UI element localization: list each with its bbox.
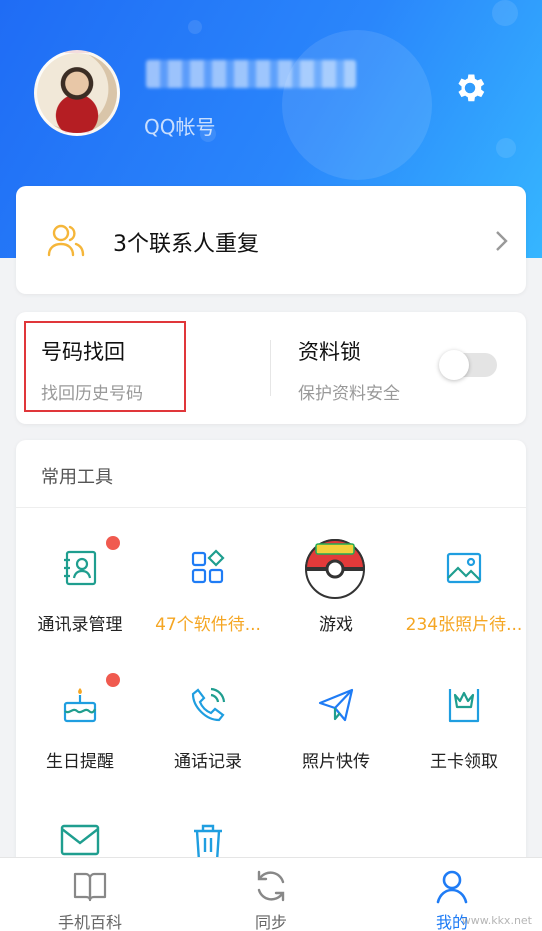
apps-icon: [191, 549, 225, 584]
tool-label: 生日提醒: [46, 752, 114, 772]
common-tools-card: 常用工具 通讯录管理 47个软件待... 游戏 234张照片待... 生日提醒 …: [16, 440, 526, 880]
photo-icon: [446, 552, 482, 584]
tab-phone-wiki[interactable]: 手机百科: [0, 858, 180, 931]
notification-badge: [106, 536, 120, 550]
tool-label: 通话记录: [174, 752, 242, 772]
decor-bubble: [282, 30, 432, 180]
birthday-cake-icon: [63, 688, 97, 723]
data-lock-toggle[interactable]: [439, 350, 497, 380]
nickname-blurred: [146, 60, 356, 88]
tool-king-card[interactable]: 王卡领取: [400, 645, 528, 775]
number-recovery-title: 号码找回: [41, 340, 125, 364]
tool-photo-transfer[interactable]: 照片快传: [272, 645, 400, 775]
tool-software-updates[interactable]: 47个软件待...: [144, 508, 272, 638]
decor-bubble: [492, 0, 518, 26]
avatar[interactable]: [34, 50, 120, 136]
tool-games[interactable]: 游戏: [272, 508, 400, 638]
tool-label: 通讯录管理: [37, 615, 123, 635]
tool-label: 47个软件待...: [155, 615, 261, 635]
tab-sync[interactable]: 同步: [181, 858, 361, 931]
duplicate-contacts-card[interactable]: 3个联系人重复: [16, 186, 526, 294]
tab-label: 同步: [254, 913, 287, 931]
trash-icon: [194, 824, 222, 862]
contacts-group-icon: [47, 224, 85, 257]
tool-photo-backup[interactable]: 234张照片待...: [400, 508, 528, 638]
data-lock-subtitle: 保护资料安全: [298, 384, 400, 404]
mail-icon: [60, 824, 100, 856]
chevron-right-icon: [496, 231, 508, 251]
tool-contacts-management[interactable]: 通讯录管理: [16, 508, 144, 638]
tool-label: 游戏: [319, 615, 353, 635]
bottom-tab-bar: 手机百科 同步 我的 www.kkx.net: [0, 857, 542, 931]
decor-bubble: [496, 138, 516, 158]
contacts-icon: [64, 550, 97, 586]
tools-section-title: 常用工具: [41, 467, 113, 488]
tool-birthday-reminder[interactable]: 生日提醒: [16, 645, 144, 775]
watermark: www.kkx.net: [461, 914, 532, 927]
sync-icon: [257, 870, 285, 902]
feature-card: 号码找回 找回历史号码 资料锁 保护资料安全: [16, 312, 526, 424]
person-icon: [436, 870, 468, 904]
tool-label: 照片快传: [302, 752, 370, 772]
tab-label: 手机百科: [57, 913, 122, 931]
tool-label: 王卡领取: [430, 752, 498, 772]
account-label: QQ帐号: [144, 115, 216, 139]
tool-call-log[interactable]: 通话记录: [144, 645, 272, 775]
paper-plane-icon: [318, 688, 354, 722]
toggle-knob: [439, 350, 469, 380]
phone-icon: [191, 687, 226, 722]
decor-bubble: [188, 20, 202, 34]
notification-badge: [106, 673, 120, 687]
book-icon: [73, 872, 107, 902]
data-lock-title: 资料锁: [298, 340, 361, 364]
pokeball-game-icon: [304, 539, 366, 599]
divider: [270, 340, 271, 396]
tool-label: 234张照片待...: [405, 615, 523, 635]
duplicate-contacts-text: 3个联系人重复: [113, 232, 259, 257]
gear-icon[interactable]: [452, 70, 488, 106]
number-recovery-subtitle: 找回历史号码: [41, 384, 143, 404]
crown-card-icon: [448, 689, 480, 723]
